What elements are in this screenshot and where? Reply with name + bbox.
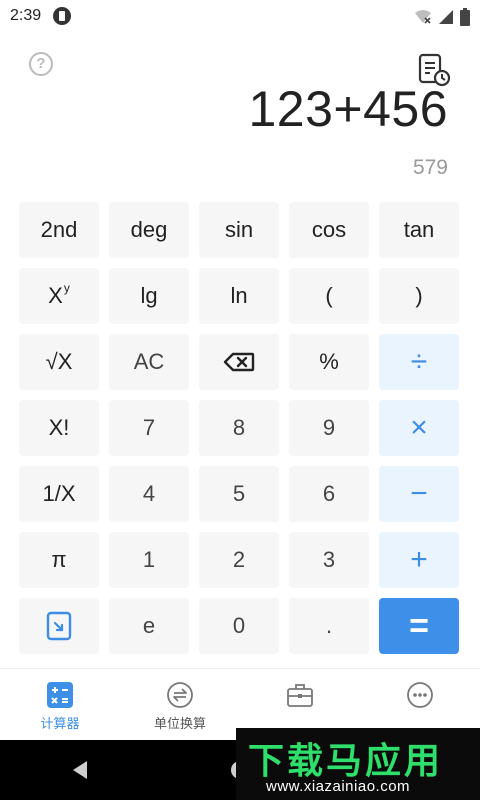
key-minus[interactable]: − (379, 466, 459, 522)
key-factorial[interactable]: X! (19, 400, 99, 456)
key-1[interactable]: 1 (109, 532, 189, 588)
watermark-url: www.xiazainiao.com (266, 778, 411, 795)
key-power[interactable]: Xy (19, 268, 99, 324)
key-ln[interactable]: ln (199, 268, 279, 324)
key-6[interactable]: 6 (289, 466, 369, 522)
status-indicators (414, 8, 470, 26)
key-2nd[interactable]: 2nd (19, 202, 99, 258)
status-time: 2:39 (10, 7, 42, 24)
result-preview: 579 (412, 156, 448, 179)
key-decimal[interactable]: . (289, 598, 369, 654)
key-9[interactable]: 9 (289, 400, 369, 456)
key-8[interactable]: 8 (199, 400, 279, 456)
wifi-off-icon (415, 10, 431, 24)
key-backspace[interactable] (199, 334, 279, 390)
key-4[interactable]: 4 (109, 466, 189, 522)
key-power-base: X (48, 283, 63, 308)
key-deg[interactable]: deg (109, 202, 189, 258)
toolbox-icon (287, 684, 313, 707)
key-reciprocal[interactable]: 1/X (19, 466, 99, 522)
key-close-paren[interactable]: ) (379, 268, 459, 324)
key-3[interactable]: 3 (289, 532, 369, 588)
more-icon (407, 682, 433, 708)
key-e[interactable]: e (109, 598, 189, 654)
battery-icon (460, 8, 470, 26)
unit-convert-icon (167, 682, 193, 708)
key-percent[interactable]: % (289, 334, 369, 390)
rotate-screen-icon (46, 611, 72, 641)
nav-item-unit-convert[interactable]: 单位换算 (120, 669, 240, 740)
key-7[interactable]: 7 (109, 400, 189, 456)
key-multiply[interactable]: × (379, 400, 459, 456)
nav-item-calculator[interactable]: 计算器 (0, 669, 120, 740)
back-icon[interactable] (69, 759, 91, 781)
key-cos[interactable]: cos (289, 202, 369, 258)
key-rotate[interactable] (19, 598, 99, 654)
key-2[interactable]: 2 (199, 532, 279, 588)
status-bar: 2:39 (0, 0, 480, 32)
help-icon[interactable]: ? (29, 52, 53, 76)
key-5[interactable]: 5 (199, 466, 279, 522)
key-power-exponent: y (63, 281, 70, 295)
signal-icon (439, 10, 453, 24)
key-lg[interactable]: lg (109, 268, 189, 324)
nav-label-calculator: 计算器 (40, 716, 80, 731)
key-0[interactable]: 0 (199, 598, 279, 654)
nav-label-unit-convert: 单位换算 (153, 716, 206, 731)
expression-display: 123+456 (248, 81, 448, 137)
key-tan[interactable]: tan (379, 202, 459, 258)
backspace-icon (223, 352, 255, 372)
watermark-title: 下载马应用 (248, 741, 444, 782)
calculator-icon (47, 682, 73, 708)
key-pi[interactable]: π (19, 532, 99, 588)
watermark: 下载马应用 www.xiazainiao.com (236, 728, 480, 800)
key-sin[interactable]: sin (199, 202, 279, 258)
key-open-paren[interactable]: ( (289, 268, 369, 324)
key-clear[interactable]: AC (109, 334, 189, 390)
calculator-screen: 2:39 ? 123+456 579 2nd deg sin cos tan X… (0, 0, 480, 800)
key-sqrt[interactable]: √X (19, 334, 99, 390)
app-notification-icon (53, 7, 72, 25)
keypad: 2nd deg sin cos tan Xy lg ln ( ) √X AC %… (19, 202, 461, 658)
key-plus[interactable]: + (379, 532, 459, 588)
key-equals[interactable]: = (379, 598, 459, 654)
key-divide[interactable]: ÷ (379, 334, 459, 390)
